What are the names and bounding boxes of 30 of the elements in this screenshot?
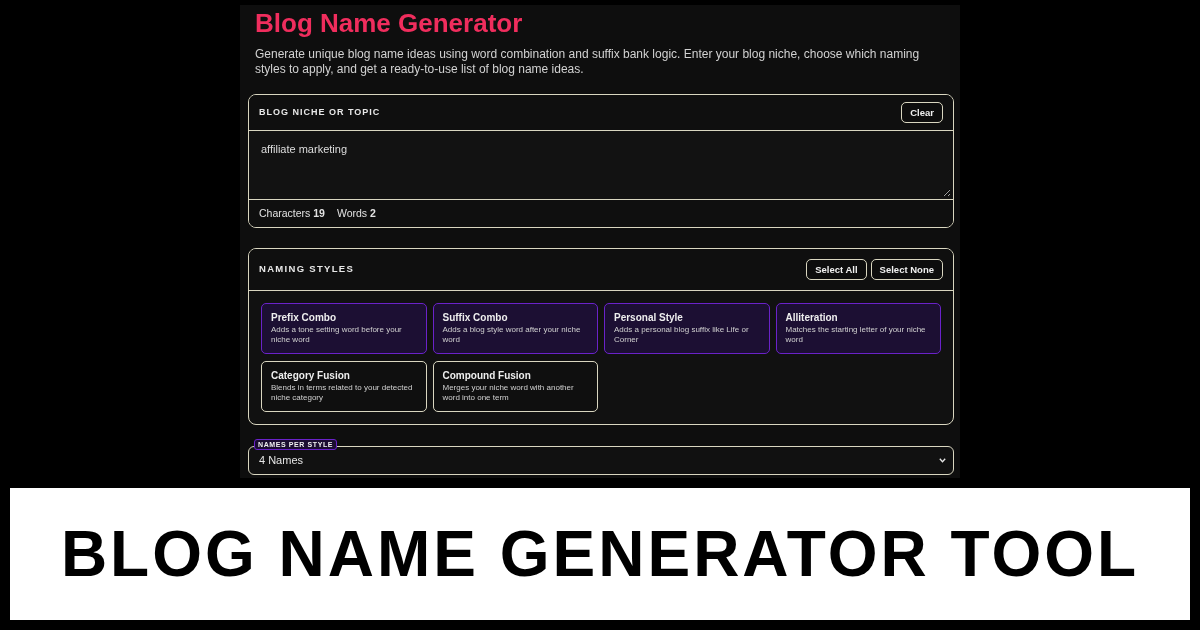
- option-title: Prefix Combo: [271, 311, 337, 324]
- stat-text: Characters 19: [259, 205, 325, 221]
- style-option-card[interactable]: Prefix Combo Adds a tone setting word before your niche word: [261, 303, 427, 354]
- option-title: Personal Style: [614, 311, 684, 324]
- chevron-down-icon: [939, 458, 946, 463]
- style-option-card[interactable]: Suffix Combo Adds a blog style word after your niche word: [432, 303, 598, 354]
- option-title: Compound Fusion: [442, 369, 532, 382]
- select-none-button[interactable]: Select None: [870, 259, 943, 280]
- option-description: Adds a tone setting word before your niche word: [271, 325, 403, 345]
- option-title: Category Fusion: [271, 369, 351, 382]
- banner-title: BLOG NAME GENERATOR TOOL: [60, 522, 1140, 586]
- option-description: Merges your niche word with another word into one term: [442, 383, 575, 403]
- stat-text: Words 2: [336, 205, 376, 221]
- option-description: Adds a personal blog suffix like Life or Corner: [614, 325, 750, 345]
- clear-button[interactable]: Clear: [901, 102, 943, 123]
- names-per-style-select[interactable]: 4 Names: [248, 446, 954, 475]
- description-text: Generate unique blog name ideas using word combination and suffix bank logic. Enter your blog niche, choose which naming styles to apply, and get a ready-to-use list of blog name ideas.: [255, 47, 921, 77]
- style-option-card[interactable]: Alliteration Matches the starting letter of your niche word: [775, 303, 941, 354]
- option-description: Blends in terms related to your detected niche category: [271, 383, 414, 403]
- style-option-card[interactable]: Personal Style Adds a personal blog suffix like Life or Corner: [604, 303, 770, 354]
- page-title: Blog Name Generator: [255, 7, 523, 39]
- option-title: Suffix Combo: [442, 311, 509, 324]
- select-all-button[interactable]: Select All: [806, 259, 867, 280]
- option-title: Alliteration: [785, 311, 839, 324]
- section-label: NAMING STYLES: [259, 262, 354, 277]
- section-label: BLOG NICHE OR TOPIC: [259, 105, 381, 119]
- option-description: Matches the starting letter of your niche word: [785, 325, 927, 345]
- option-description: Adds a blog style word after your niche word: [442, 325, 582, 345]
- style-option-card[interactable]: Category Fusion Blends in terms related to your detected niche category: [261, 361, 427, 412]
- style-option-card[interactable]: Compound Fusion Merges your niche word with another word into one term: [432, 361, 598, 412]
